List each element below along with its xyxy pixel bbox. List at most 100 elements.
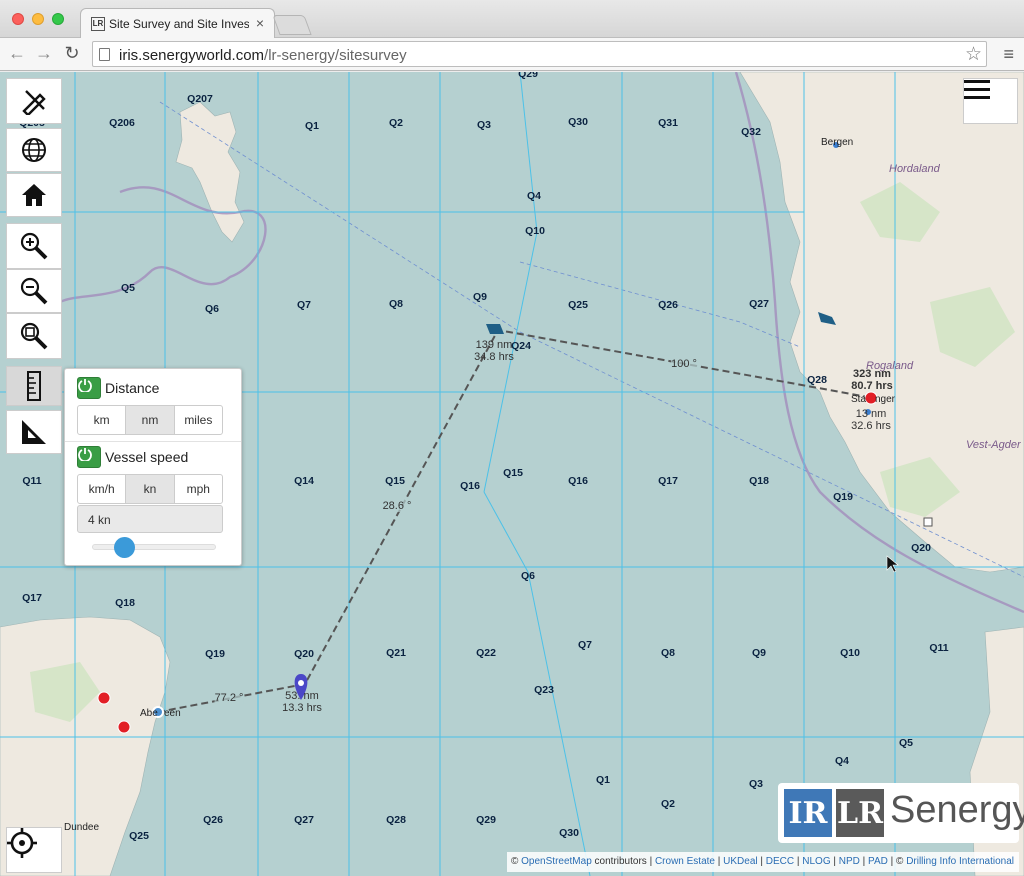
route-distance-label: 13 nm 32.6 hrs [851, 408, 891, 432]
hamburger-icon [964, 80, 990, 99]
url-host: iris.senergyworld.com [119, 47, 265, 64]
quadrant-label: Q2 [660, 798, 676, 810]
link-openstreetmap[interactable]: OpenStreetMap [521, 856, 592, 867]
basemap-button[interactable] [6, 128, 62, 172]
panel-divider [65, 441, 241, 442]
close-window-button[interactable] [12, 13, 24, 25]
url-text[interactable]: iris.senergyworld.com/lr-senergy/sitesur… [119, 47, 407, 64]
link-ukdeal[interactable]: UKDeal [723, 856, 757, 867]
quadrant-label: Q26 [203, 814, 223, 826]
speed-slider-track[interactable] [92, 544, 216, 550]
distance-unit-km[interactable]: km [78, 406, 127, 434]
zoom-out-button[interactable] [6, 269, 62, 313]
quadrant-label: Q18 [115, 597, 135, 609]
link-drilling-info[interactable]: Drilling Info International [906, 856, 1014, 867]
new-tab-button[interactable] [272, 15, 312, 35]
vessel-marker-1 [486, 324, 504, 334]
vessel-speed-input[interactable]: 4 kn [77, 505, 223, 533]
distance-label: Distance [105, 380, 160, 396]
browser-tab[interactable]: LR Site Survey and Site Invest × [80, 8, 275, 39]
locate-button[interactable] [6, 827, 62, 873]
distance-unit-nm[interactable]: nm [126, 406, 175, 434]
attribution-sep: | [714, 856, 724, 867]
attribution-copyright: © [511, 856, 519, 867]
speed-unit-mph[interactable]: mph [175, 475, 222, 503]
quadrant-label: Q206 [109, 117, 135, 129]
route-distance: 323 nm [853, 368, 891, 380]
attribution-copyright-2: | © [887, 856, 907, 867]
quadrant-label: Q17 [658, 475, 678, 487]
browser-toolbar: ← → ↻ iris.senergyworld.com/lr-senergy/s… [0, 38, 1024, 71]
draw-tool-button[interactable] [6, 78, 62, 124]
link-pad[interactable]: PAD [868, 856, 888, 867]
tab-close-icon[interactable]: × [256, 15, 264, 31]
waypoint-red-3 [117, 720, 131, 734]
quadrant-label: Q18 [749, 475, 769, 487]
address-bar[interactable]: iris.senergyworld.com/lr-senergy/sitesur… [92, 41, 987, 67]
place-label: Bergen [821, 137, 854, 148]
quadrant-label: Q2 [388, 117, 404, 129]
link-crown-estate[interactable]: Crown Estate [655, 856, 715, 867]
measure-distance-button[interactable] [6, 366, 62, 406]
quadrant-label: Q9 [472, 291, 488, 303]
quadrant-label: Q8 [660, 647, 676, 659]
quadrant-label: Q27 [749, 298, 769, 310]
quadrant-label: Q11 [22, 475, 42, 487]
quadrant-label: Q9 [751, 647, 767, 659]
quadrant-label: Q21 [386, 647, 406, 659]
senergy-logo: IR LR Senergy [778, 783, 1024, 843]
route-duration: 32.6 hrs [851, 420, 891, 432]
route-duration: 34.8 hrs [474, 351, 514, 363]
link-npd[interactable]: NPD [839, 856, 860, 867]
speed-slider-handle[interactable] [114, 537, 135, 558]
distance-toggle[interactable] [77, 377, 101, 399]
measure-angle-button[interactable] [6, 410, 62, 454]
power-icon [78, 448, 92, 461]
quadrant-label: Q20 [294, 648, 314, 660]
region-label: Hordaland [889, 163, 940, 175]
quadrant-label: Q4 [526, 190, 542, 202]
quadrant-label: Q30 [559, 827, 579, 839]
map-canvas[interactable]: Q29Q207Q206Q205Q1Q2Q3Q30Q31Q32Q4Q10Q5Q6Q… [0, 72, 1024, 876]
quadrant-label: Q17 [22, 592, 42, 604]
waypoint-red-2 [97, 691, 111, 705]
quadrant-label: Q20 [911, 542, 931, 554]
bookmark-star-icon[interactable]: ☆ [965, 43, 982, 66]
vessel-speed-toggle[interactable] [77, 446, 101, 468]
quadrant-label: Q25 [129, 830, 149, 842]
quadrant-label: Q25 [568, 299, 588, 311]
page-icon [99, 48, 110, 61]
url-path: /lr-senergy/sitesurvey [264, 47, 407, 64]
ruler-icon [27, 371, 41, 401]
globe-icon [22, 138, 46, 162]
quadrant-label: Q3 [476, 119, 492, 131]
home-button[interactable] [6, 173, 62, 217]
quadrant-label: Q23 [534, 684, 554, 696]
logo-name: Senergy [890, 789, 1024, 831]
reload-button[interactable]: ↻ [61, 43, 83, 64]
zoom-in-button[interactable] [6, 223, 62, 269]
favicon-icon: LR [91, 17, 105, 31]
quadrant-label: Q15 [503, 467, 523, 479]
maximize-window-button[interactable] [52, 13, 64, 25]
route-distance-label: 323 nm 80.7 hrs [851, 368, 893, 392]
quadrant-label: Q26 [658, 299, 678, 311]
speed-unit-kn[interactable]: kn [126, 475, 175, 503]
distance-unit-miles[interactable]: miles [175, 406, 222, 434]
route-distance-label: 139 nm 34.8 hrs [474, 339, 514, 363]
browser-menu-icon[interactable]: ≡ [1003, 44, 1014, 65]
zoom-extent-button[interactable] [6, 313, 62, 359]
main-menu-button[interactable] [963, 78, 1018, 124]
quadrant-label: Q16 [568, 475, 588, 487]
attribution-contributors: contributors | [591, 856, 655, 867]
zoom-extent-icon [20, 322, 48, 350]
forward-button[interactable]: → [33, 43, 55, 64]
link-decc[interactable]: DECC [766, 856, 794, 867]
speed-unit-kmh[interactable]: km/h [78, 475, 127, 503]
back-button[interactable]: ← [6, 43, 28, 64]
route-distance: 53. nm [285, 690, 319, 702]
shetland-land [175, 101, 245, 243]
link-nlog[interactable]: NLOG [802, 856, 830, 867]
minimize-window-button[interactable] [32, 13, 44, 25]
quadrant-label: Q5 [898, 737, 914, 749]
